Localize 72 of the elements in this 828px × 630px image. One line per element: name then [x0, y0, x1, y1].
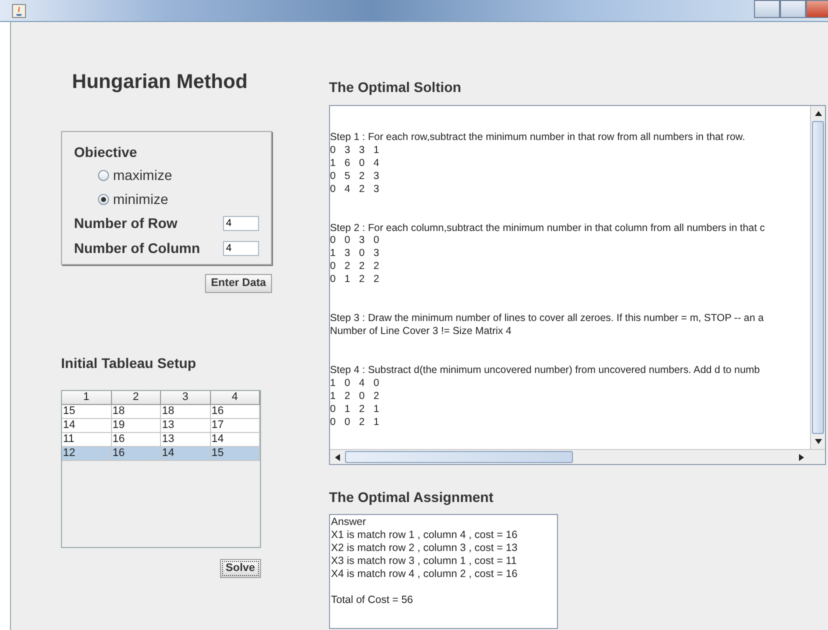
column-header[interactable]: 2: [112, 391, 161, 405]
table-cell: 12: [62, 447, 112, 461]
table-cell: 16: [210, 405, 260, 419]
matrix-row-text: 0 2 2 2: [330, 261, 380, 274]
matrix-row-text: 0 0 3 0: [330, 235, 380, 248]
number-field[interactable]: 4: [223, 241, 259, 256]
scroll-up-icon[interactable]: [814, 110, 822, 117]
answer-line: X4 is match row 4 , column 2 , cost = 16: [331, 568, 518, 581]
field-label: Number of Row: [74, 214, 178, 233]
field-label: Number of Column: [74, 239, 200, 258]
matrix-row-text: 1 3 0 3: [330, 248, 380, 262]
minimize-button[interactable]: [754, 0, 780, 18]
matrix-row-text: 0 3 3 1: [330, 144, 380, 158]
section-title: The Optimal Assignment: [329, 488, 494, 507]
step-text: Step 2 : For each column,subtract the minimum number in that column from all numbers in that c: [330, 222, 766, 236]
app-icon: [12, 4, 26, 18]
table-row[interactable]: 12 16 14 15: [62, 447, 260, 461]
table-cell: 15: [210, 447, 260, 461]
scroll-left-icon[interactable]: [334, 454, 341, 460]
table-cell: 14: [210, 433, 260, 447]
answer-line: X2 is match row 2 , column 3 , cost = 13: [331, 542, 518, 555]
scroll-thumb[interactable]: [345, 451, 573, 463]
table-cell: 14: [62, 419, 112, 433]
step-text: Step 1 : For each row,subtract the minimum number in that row from all numbers in that row.: [330, 132, 746, 145]
solve-button[interactable]: Solve: [220, 559, 261, 578]
section-title: The Optimal Soltion: [329, 78, 462, 97]
column-header[interactable]: 4: [210, 391, 260, 405]
table-cell: 16: [112, 447, 161, 461]
step-text: Number of Line Cover 3 != Size Matrix 4: [330, 326, 512, 339]
table-cell: 15: [62, 405, 112, 419]
table-cell: 13: [161, 433, 210, 447]
maximize-button[interactable]: [780, 0, 806, 18]
answer-line: X1 is match row 1 , column 4 , cost = 16: [331, 528, 518, 542]
app-title: Hungarian Method: [72, 70, 249, 95]
table-row[interactable]: 14 19 13 17: [62, 419, 260, 433]
answer-line: X3 is match row 3 , column 1 , cost = 11: [331, 554, 518, 568]
total-cost-text: Total of Cost = 56: [331, 594, 414, 606]
horizontal-scrollbar[interactable]: [330, 449, 825, 464]
enter-data-button[interactable]: Enter Data: [204, 274, 272, 293]
radio-option[interactable]: maximize: [98, 163, 172, 187]
table-cell: 16: [112, 433, 161, 447]
column-header[interactable]: 1: [62, 391, 112, 405]
section-title: Initial Tableau Setup: [61, 354, 198, 373]
matrix-row-text: 1 0 4 0: [330, 378, 380, 391]
table-cell: 11: [62, 433, 112, 447]
table-cell: 14: [161, 447, 210, 461]
table-row[interactable]: 11 16 13 14: [62, 433, 260, 447]
scroll-thumb[interactable]: [812, 121, 824, 434]
matrix-row-text: 1 6 0 4: [330, 158, 380, 171]
matrix-row-text: 0 0 2 1: [330, 416, 380, 430]
objective-label: Obiective: [74, 143, 138, 162]
scroll-right-icon[interactable]: [798, 454, 805, 460]
step-text: Step 3 : Draw the minimum number of lines to cover all zeroes. If this number = m, STOP -- an a: [330, 313, 765, 326]
matrix-row-text: 0 1 2 1: [330, 404, 380, 416]
radio-option[interactable]: minimize: [98, 187, 168, 211]
table-cell: 18: [112, 405, 161, 419]
table-cell: 13: [161, 419, 210, 433]
matrix-row-text: 1 2 0 2: [330, 390, 380, 404]
matrix-row-text: 0 4 2 3: [330, 184, 380, 197]
table-cell: 19: [112, 419, 161, 433]
matrix-row-text: 0 5 2 3: [330, 170, 380, 184]
matrix-row-text: 0 1 2 2: [330, 274, 380, 288]
scroll-down-icon[interactable]: [814, 438, 822, 445]
table-cell: 18: [161, 405, 210, 419]
vertical-scrollbar[interactable]: [810, 106, 825, 449]
column-header[interactable]: 3: [161, 391, 210, 405]
step-text: Step 4 : Substract d(the minimum uncovered number) from uncovered numbers. Add d to numb: [330, 364, 761, 378]
number-field[interactable]: 4: [223, 216, 259, 231]
close-button[interactable]: [806, 0, 828, 18]
table-cell: 17: [210, 419, 260, 433]
table-row[interactable]: 15 18 18 16: [62, 405, 260, 419]
answer-line: Answer: [331, 516, 368, 529]
